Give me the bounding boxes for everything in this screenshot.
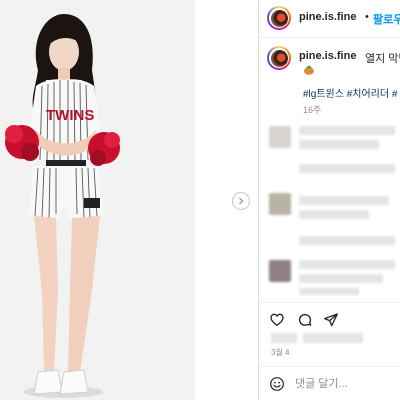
share-icon[interactable] <box>323 312 339 328</box>
heart-icon[interactable] <box>269 312 285 328</box>
next-media-button[interactable] <box>232 192 250 210</box>
post-photo: TWINS <box>0 0 195 400</box>
avatar[interactable] <box>267 6 291 30</box>
post-media[interactable]: TWINS <box>0 0 195 400</box>
pine-icon <box>304 65 314 75</box>
caption-username[interactable]: pine.is.fine <box>299 50 356 62</box>
post-date: 3월 4 <box>271 348 290 357</box>
follow-button[interactable]: 팔로우 <box>373 11 400 27</box>
post-header: pine.is.fine • 팔로우 <box>259 0 400 38</box>
header-username[interactable]: pine.is.fine <box>299 11 356 23</box>
action-bar <box>259 302 400 332</box>
comment-composer <box>259 366 400 400</box>
caption-avatar[interactable] <box>267 46 291 70</box>
comment-input[interactable] <box>295 375 395 393</box>
caption-hashtags[interactable]: #lg트윈스 #치어리더 # <box>303 85 397 100</box>
jersey-text: TWINS <box>46 107 94 124</box>
emoji-icon[interactable] <box>269 376 285 392</box>
caption-text: 열지 막냉이 <box>365 53 400 65</box>
chevron-right-icon <box>239 197 244 205</box>
caption-time: 16주 <box>303 105 322 115</box>
post-side-panel: pine.is.fine • 팔로우 pine.is.fine 열지 막냉이 #… <box>258 0 400 400</box>
likes-count[interactable] <box>271 333 371 345</box>
header-separator: • <box>365 11 369 23</box>
comment-icon[interactable] <box>297 312 313 328</box>
